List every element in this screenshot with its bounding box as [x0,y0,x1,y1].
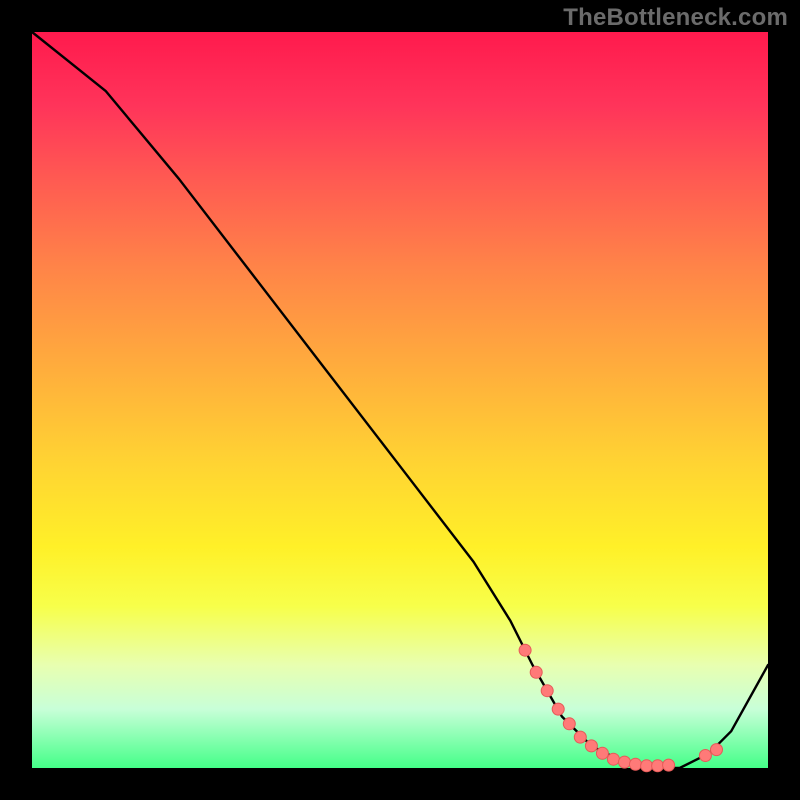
curve-marker [552,703,564,715]
curve-marker [519,644,531,656]
curve-marker [585,740,597,752]
curve-marker [652,760,664,772]
curve-marker [563,718,575,730]
curve-marker [530,666,542,678]
chart-frame: TheBottleneck.com [0,0,800,800]
bottleneck-curve [32,32,768,768]
curve-marker [574,731,586,743]
curve-marker [541,685,553,697]
curve-marker [607,753,619,765]
curve-marker [630,758,642,770]
curve-marker [619,756,631,768]
chart-overlay-svg [32,32,768,768]
curve-marker [596,747,608,759]
curve-marker [641,760,653,772]
curve-marker [699,750,711,762]
attribution-text: TheBottleneck.com [563,4,788,32]
curve-marker [663,759,675,771]
curve-marker [711,744,723,756]
curve-markers [519,644,722,772]
